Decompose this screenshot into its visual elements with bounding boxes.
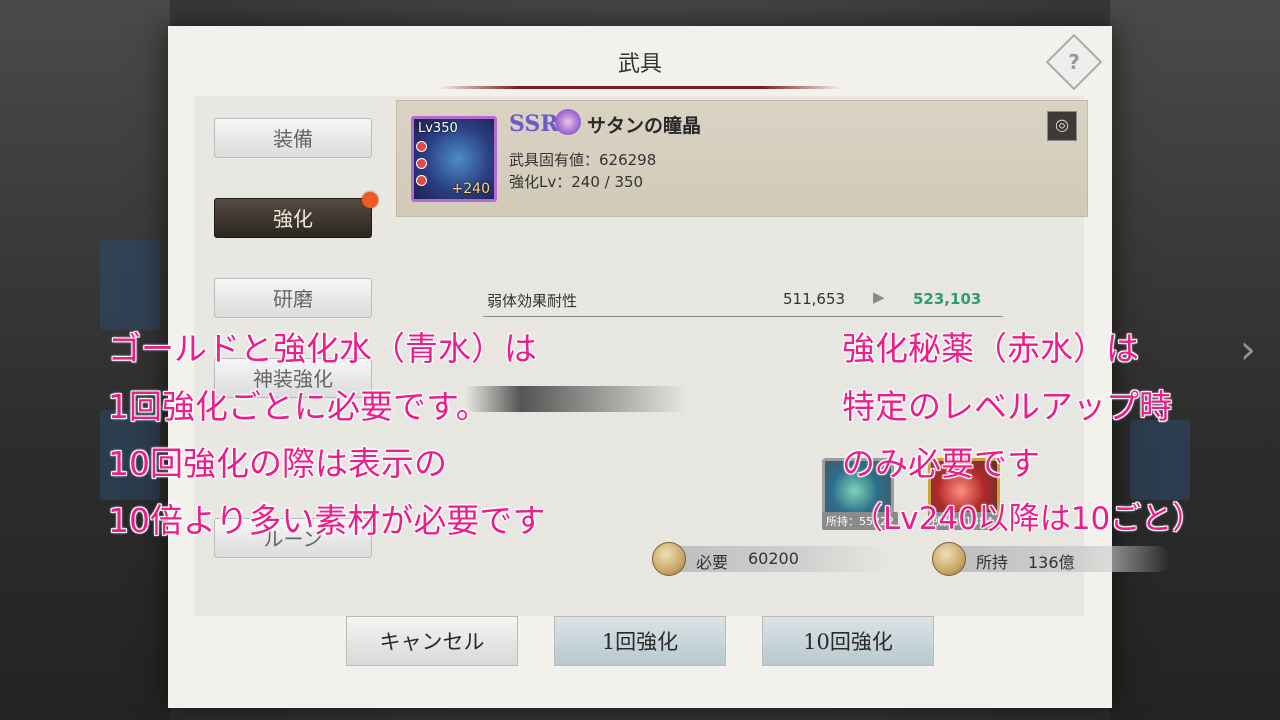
background-card [100,240,160,330]
item-level: Lv350 [418,121,458,136]
tab-enhance[interactable]: 強化 [214,198,372,238]
note-left-line3: 10回強化の際は表示の [108,444,447,483]
note-left-line4: 10倍より多い素材が必要です [108,501,546,540]
enhance-ten-button[interactable]: 10回強化 [762,616,934,666]
rarity-label: SSR [509,111,559,137]
arrow-right-icon: ▶ [873,288,885,306]
stat-current: 511,653 [783,290,846,308]
gold-required-label: 必要 [696,553,729,572]
note-right-line3: のみ必要です [842,444,1040,483]
cancel-button[interactable]: キャンセル [346,616,518,666]
stat-row: 弱体効果耐性 511,653 ▶ 523,103 [483,286,1003,317]
skill-info-icon[interactable]: ◎ [1047,111,1077,141]
gold-owned-label: 所持 [976,553,1009,572]
note-right-line1: 強化秘薬（赤水）は [842,329,1139,368]
note-left-line2: 1回強化ごとに必要です。 [108,387,489,426]
tab-equip[interactable]: 装備 [214,118,372,158]
note-right-line4: （Lv240以降は10ごと） [852,501,1204,537]
gold-owned-value: 136億 [1028,553,1075,572]
help-button[interactable]: ? [1045,33,1103,91]
gold-coin-icon [652,542,686,576]
dialog-title: 武具 [617,52,662,77]
gold-owned: 所持 136億 [932,542,1170,576]
notification-dot [362,192,378,208]
weapon-icon[interactable]: Lv350 +240 [411,116,497,202]
item-name: サタンの瞳晶 [587,115,702,137]
stat-name: 弱体効果耐性 [487,292,578,310]
gold-required-value: 60200 [748,549,799,568]
enhance-level: 強化Lv：240 / 350 [509,173,644,191]
gold-required: 必要 60200 [652,542,890,576]
next-arrow-icon[interactable]: › [1236,320,1260,380]
stat-new: 523,103 [913,290,982,308]
note-left-line1: ゴールドと強化水（青水）は [108,329,537,368]
unique-value: 武具固有値：626298 [509,151,657,169]
help-icon: ? [1068,50,1080,74]
section-header-bar [466,386,686,412]
title-underline [438,86,842,89]
tab-polish[interactable]: 研磨 [214,278,372,318]
item-plus: +240 [451,181,490,197]
note-right-line2: 特定のレベルアップ時 [842,387,1172,426]
element-emblem-icon [555,109,581,135]
gold-coin-icon [932,542,966,576]
item-header: Lv350 +240 SSR サタンの瞳晶 武具固有値：626298 強化Lv：… [396,100,1088,217]
rune-slots [416,141,427,192]
background-card [1130,420,1190,500]
enhance-once-button[interactable]: 1回強化 [554,616,726,666]
